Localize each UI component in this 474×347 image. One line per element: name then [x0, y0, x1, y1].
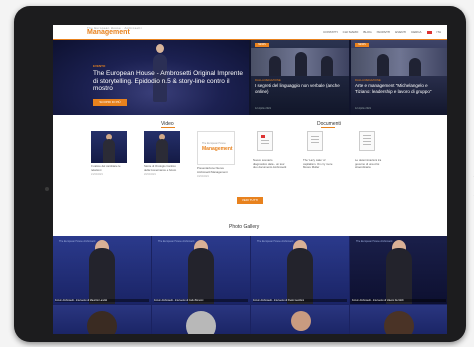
pdf-document-icon[interactable] — [257, 131, 273, 151]
hero-carousel: EVENTO The European House - Ambrosetti O… — [53, 40, 447, 115]
gallery-photo[interactable]: The European House Ambrosetti Forum Ambr… — [53, 236, 151, 304]
document-caption[interactable]: The 'Lazy cake' of capitalism. On cry mo… — [303, 158, 337, 170]
gallery-caption: Forum Ambrosetti - Intervento di Valerio… — [352, 299, 446, 302]
card-title[interactable]: I segreti del linguaggio non verbale (an… — [255, 83, 343, 94]
hero-kicker: EVENTO — [93, 64, 106, 68]
nav-chi-siamo[interactable]: Chi siamo — [343, 30, 359, 34]
video-date: 19/04/2021 — [197, 175, 209, 179]
site-logo[interactable]: Management — [87, 29, 130, 36]
gallery-photo[interactable] — [53, 305, 151, 334]
gallery-photo[interactable]: The European House Ambrosetti Forum Ambr… — [251, 236, 349, 304]
document-caption[interactable]: Nuovo scenario diagnostico data - un tou… — [253, 158, 287, 170]
gallery-photo[interactable] — [251, 305, 349, 334]
video-thumbnail[interactable]: The European House Management — [197, 131, 235, 165]
gallery-caption: Forum Ambrosetti - Intervento di Carlo B… — [154, 299, 248, 302]
document-card[interactable]: Nuovo scenario diagnostico data - un tou… — [253, 131, 287, 170]
card-date: 12 Aprile 2021 — [255, 107, 271, 110]
card-title[interactable]: Arte e management "Michelangelo e Tizian… — [355, 83, 443, 94]
video-caption[interactable]: Il valore del cambiare le relazioni — [91, 164, 127, 172]
document-caption[interactable]: Le determinazioni tra governo di una cri… — [355, 158, 389, 170]
document-card[interactable]: Le determinazioni tra governo di una cri… — [355, 131, 389, 170]
card-photo — [251, 48, 349, 76]
video-card[interactable]: Storie di Orologio Cantico della Governa… — [144, 131, 180, 176]
nav-iscriviti[interactable]: Iscriviti — [377, 30, 391, 34]
gallery-brand: The European House Ambrosetti — [59, 240, 96, 243]
hero-card[interactable]: NEWS DALLA REDAZIONE Arte e management "… — [351, 40, 447, 115]
nav-eventi[interactable]: Eventi — [395, 30, 406, 34]
video-title-underline — [161, 127, 175, 128]
gallery-brand: The European House Ambrosetti — [356, 240, 393, 243]
nav-blog[interactable]: Blog — [363, 30, 371, 34]
video-card[interactable]: The European House Management Presentazi… — [197, 131, 235, 179]
card-kicker: DALLA REDAZIONE — [255, 78, 281, 82]
pdf-document-icon[interactable] — [359, 131, 375, 151]
nav-cerca[interactable]: Cerca — [411, 30, 422, 34]
nav-language[interactable]: ITA — [437, 30, 441, 34]
hero-main-slide[interactable]: EVENTO The European House - Ambrosetti O… — [53, 40, 249, 115]
gallery-photo[interactable]: The European House Ambrosetti Forum Ambr… — [350, 236, 447, 304]
gallery-brand: The European House Ambrosetti — [257, 240, 294, 243]
view-all-button[interactable]: VEDI TUTTI — [237, 197, 263, 204]
gallery-photo[interactable]: The European House Ambrosetti Forum Ambr… — [152, 236, 250, 304]
card-photo — [351, 48, 447, 76]
nav-contatti[interactable]: Contatti — [323, 30, 338, 34]
gallery-caption: Forum Ambrosetti - Intervento di Paolo G… — [253, 299, 347, 302]
card-tag: NEWS — [255, 43, 269, 47]
gallery-photo[interactable] — [152, 305, 250, 334]
site-header: The European House · Ambrosetti Manageme… — [53, 25, 447, 39]
hero-card[interactable]: NEWS DALLA REDAZIONE I segreti del lingu… — [251, 40, 349, 115]
gallery-section-title: Photo Gallery — [229, 224, 260, 230]
card-kicker: DALLA REDAZIONE — [355, 78, 381, 82]
documents-title-underline — [321, 127, 335, 128]
card-date: 12 Aprile 2021 — [355, 107, 371, 110]
gallery-brand: The European House Ambrosetti — [158, 240, 195, 243]
photo-gallery: The European House Ambrosetti Forum Ambr… — [53, 236, 447, 334]
pdf-document-icon[interactable] — [307, 131, 323, 151]
flag-icon[interactable] — [426, 30, 432, 34]
document-card[interactable]: The 'Lazy cake' of capitalism. On cry mo… — [303, 131, 337, 170]
thumb-logo-tagline: The European House — [202, 142, 226, 145]
video-date: 20/04/2021 — [144, 173, 156, 177]
video-card[interactable]: Il valore del cambiare le relazioni 21/0… — [91, 131, 127, 176]
hero-title[interactable]: The European House - Ambrosetti Original… — [93, 70, 243, 93]
video-thumbnail[interactable] — [144, 131, 180, 163]
gallery-caption: Forum Ambrosetti - Intervento di Maurizi… — [55, 299, 149, 302]
video-thumbnail[interactable] — [91, 131, 127, 163]
video-caption[interactable]: Presentazione Nuova Ambrosetti Managemen… — [197, 166, 233, 174]
top-nav: Contatti Chi siamo Blog Iscriviti Eventi… — [323, 30, 441, 34]
video-caption[interactable]: Storie di Orologio Cantico della Governa… — [144, 164, 180, 172]
card-tag: NEWS — [355, 43, 369, 47]
browser-screen: The European House · Ambrosetti Manageme… — [53, 25, 447, 334]
video-date: 21/04/2021 — [91, 173, 103, 177]
gallery-photo[interactable] — [350, 305, 447, 334]
camera-icon — [45, 187, 49, 191]
hero-cta-button[interactable]: SCOPRI DI PIÙ — [93, 99, 127, 106]
thumb-logo: Management — [202, 146, 233, 152]
